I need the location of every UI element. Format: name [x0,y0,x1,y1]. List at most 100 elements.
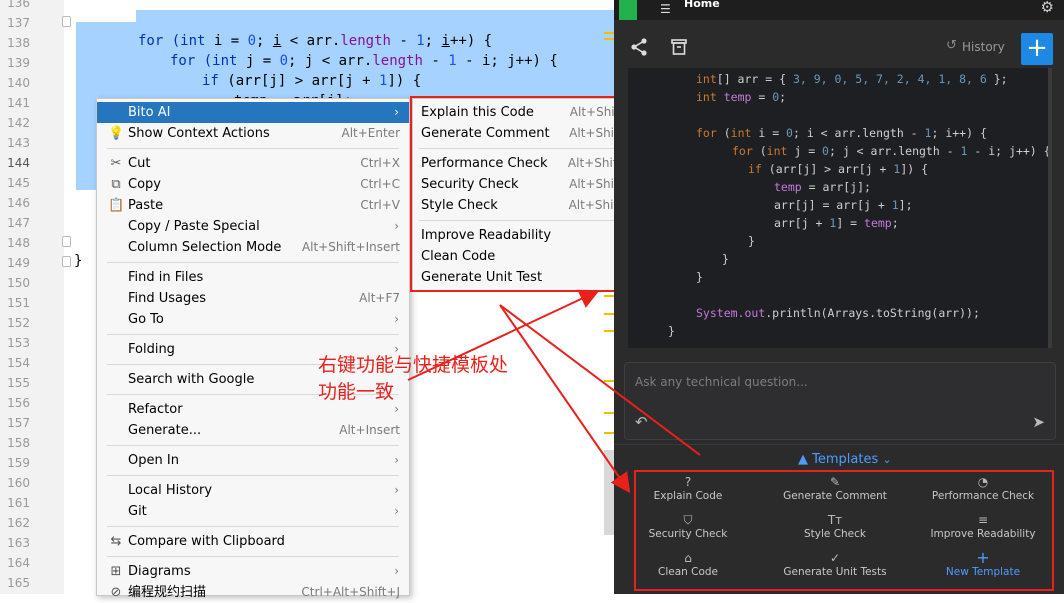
preview-code-line: int temp = 0; [696,88,786,106]
menu-item-shortcut: Alt+Insert [339,423,400,437]
chevron-right-icon: › [394,504,399,518]
menu-item-compare-with-clipboard[interactable]: ⇆ Compare with Clipboard [97,531,409,552]
menu-separator [107,334,399,335]
menu-item-open-in[interactable]: Open In › [97,450,409,471]
scroll-marker [604,32,614,34]
line-number: 142 [7,116,30,130]
compare-icon: ⇆ [110,534,122,549]
menu-item-generate[interactable]: Generate... Alt+Insert [97,420,409,441]
menu-item-shortcut: Alt+F7 [359,291,400,305]
code-token: j = [787,144,823,158]
code-line-137[interactable]: for (int i = 0; i < arr.length - 1; i++)… [138,11,492,49]
menu-item-paste[interactable]: 📋 Paste Ctrl+V [97,195,409,216]
line-number: 157 [7,416,30,430]
menu-separator [107,445,399,446]
menu-item-local-history[interactable]: Local History › [97,480,409,501]
undo-icon[interactable]: ↶ [635,413,648,431]
scroll-marker [604,38,614,40]
line-number: 150 [7,276,30,290]
code-token: ; [779,90,787,104]
preview-code-line: temp = arr[j]; [774,178,871,196]
preview-code-line: } [748,234,755,248]
context-menu: Bito AI › 💡 Show Context Actions Alt+Enter ✂ C… [96,98,410,600]
panel-scrollbar[interactable] [1048,68,1052,348]
line-number: 147 [7,216,30,230]
menu-item-find-in-files[interactable]: Find in Files [97,267,409,288]
code-line-139[interactable]: if (arr[j] > arr[j + 1]) { [202,51,421,89]
menu-item-label: Go To [128,312,164,327]
code-token: = arr[j]; [801,180,871,194]
menu-item-bito-ai[interactable]: Bito AI › [97,102,409,123]
line-number: 165 [7,576,30,590]
scissors-icon: ✂ [110,156,122,171]
menu-item-go-to[interactable]: Go To › [97,309,409,330]
menu-separator [107,475,399,476]
code-token: for [696,126,717,140]
code-token: 1 [448,53,457,69]
code-line-138[interactable]: for (int j = 0; j < arr.length - 1 - i; … [170,31,558,69]
menu-item-label: Show Context Actions [128,126,270,141]
menu-item-find-usages[interactable]: Find Usages Alt+F7 [97,288,409,309]
trash-icon[interactable] [670,38,688,56]
fold-marker-icon[interactable] [62,16,71,27]
line-number: 160 [7,476,30,490]
code-token: temp [774,180,802,194]
code-token: ( [752,144,767,158]
menu-item-git[interactable]: Git › [97,501,409,522]
menu-item-copy-paste-special[interactable]: Copy / Paste Special › [97,216,409,237]
code-token: - [422,53,449,69]
question-placeholder: Ask any technical question... [635,375,808,389]
menu-item-shortcut: Ctrl+C [360,177,400,191]
menu-item-label: Copy / Paste Special [128,219,260,234]
code-line-140[interactable]: temp = arr[j]; [234,71,352,109]
menu-item-label: Compare with Clipboard [128,534,285,549]
menu-item-column-selection-mode[interactable]: Column Selection Mode Alt+Shift+Insert [97,237,409,258]
new-chat-button[interactable]: + [1021,33,1053,65]
tab-home[interactable]: Home [684,0,720,10]
line-number: 154 [7,356,30,370]
chevron-right-icon: › [394,453,399,467]
hamburger-icon[interactable]: ☰ [660,2,671,16]
gear-icon[interactable]: ⚙ [1041,0,1054,16]
menu-item-label: Bito AI [128,105,171,120]
history-button[interactable]: History [962,40,1005,54]
code-token: if [202,73,219,89]
copy-icon: ⧉ [111,177,121,192]
menu-item-label: Folding [128,342,175,357]
preview-code-line: } [696,270,703,284]
menu-item-[interactable]: ⊘ 编程规约扫描 Ctrl+Alt+Shift+J [97,582,409,603]
share-icon[interactable] [630,38,648,56]
annotation-line-2: 功能一致 [318,381,395,403]
line-number: 143 [7,136,30,150]
templates-toggle[interactable]: ▲ Templates ⌄ [798,452,892,467]
scan-icon: ⊘ [110,585,122,600]
code-line-149[interactable]: } [74,251,82,271]
menu-item-label: Search with Google [128,372,255,387]
clipboard-icon: 📋 [108,198,125,213]
chevron-right-icon: › [394,105,399,119]
menu-item-cut[interactable]: ✂ Cut Ctrl+X [97,153,409,174]
line-number: 140 [7,76,30,90]
menu-item-shortcut: Alt+Enter [341,126,400,140]
code-token: ; j < arr.length - [828,144,961,158]
line-number: 138 [7,36,30,50]
scroll-marker [604,380,614,382]
preview-code-line: arr[j] = arr[j + 1]; [774,196,913,214]
code-token: arr[j + [774,216,830,230]
line-number: 161 [7,496,30,510]
divider [614,444,1064,445]
scroll-marker [604,412,614,414]
fold-marker-icon[interactable] [62,236,71,247]
menu-item-show-context-actions[interactable]: 💡 Show Context Actions Alt+Enter [97,123,409,144]
fold-marker-icon[interactable] [62,256,71,267]
line-number: 148 [7,236,30,250]
scroll-marker [604,295,614,297]
send-icon[interactable]: ➤ [1032,413,1045,431]
menu-item-label: Copy [128,177,161,192]
line-number: 159 [7,456,30,470]
menu-item-label: Refactor [128,402,183,417]
menu-item-diagrams[interactable]: ⊞ Diagrams › [97,561,409,582]
question-input[interactable]: Ask any technical question... ↶ ➤ [624,362,1056,440]
menu-item-copy[interactable]: ⧉ Copy Ctrl+C [97,174,409,195]
line-number: 164 [7,556,30,570]
